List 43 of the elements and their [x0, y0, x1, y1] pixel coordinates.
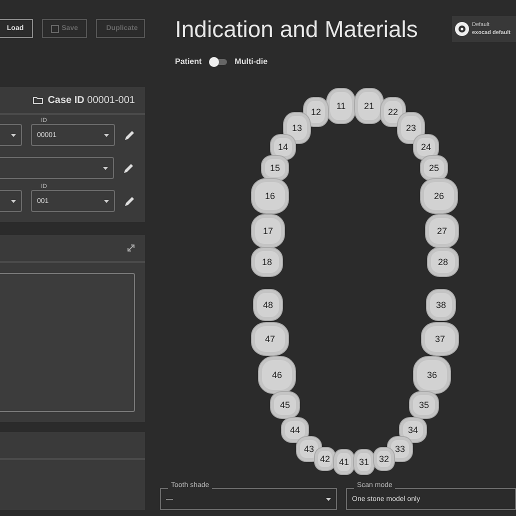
case-id-label: Case ID 00001-001: [48, 94, 135, 106]
switch-label: Multi-die: [234, 57, 268, 66]
tooth[interactable]: 47: [251, 322, 289, 356]
tooth[interactable]: 44: [281, 417, 309, 443]
tooth[interactable]: 31: [353, 449, 375, 475]
notes-field[interactable]: [0, 273, 135, 412]
tooth[interactable]: 25: [420, 155, 448, 181]
tooth[interactable]: 27: [425, 214, 459, 248]
caret-icon: [326, 498, 331, 500]
tooth[interactable]: 46: [258, 356, 296, 394]
switch-label: Patient: [175, 57, 202, 66]
caret-icon: [104, 134, 109, 136]
page-title: Indication and Materials: [175, 16, 418, 43]
tooth[interactable]: 32: [373, 447, 395, 471]
tooth[interactable]: 15: [261, 155, 289, 181]
tooth[interactable]: 11: [326, 88, 356, 124]
tooth[interactable]: 45: [270, 391, 300, 419]
caret-icon: [104, 200, 109, 202]
pencil-icon[interactable]: [123, 162, 135, 174]
tooth[interactable]: 42: [314, 447, 336, 471]
tooth[interactable]: 37: [421, 322, 459, 356]
caret-icon: [103, 166, 108, 170]
folder-icon: [32, 96, 43, 104]
tooth[interactable]: 18: [251, 247, 283, 277]
tooth[interactable]: 16: [251, 178, 289, 214]
save-icon: [50, 24, 59, 32]
tooth[interactable]: 17: [251, 214, 285, 248]
tooth[interactable]: 28: [427, 247, 459, 277]
tooth[interactable]: 36: [413, 356, 451, 394]
tooth[interactable]: 26: [420, 178, 458, 214]
tooth[interactable]: 21: [354, 88, 384, 124]
tooth[interactable]: 38: [426, 289, 456, 321]
gear-icon: [455, 22, 469, 36]
expand-icon[interactable]: [127, 244, 135, 252]
caret-icon: [11, 134, 16, 136]
mode-toggle[interactable]: [210, 58, 227, 64]
caret-icon: [11, 200, 16, 202]
tooth[interactable]: 41: [333, 449, 355, 475]
tooth[interactable]: 48: [253, 289, 283, 321]
pencil-icon[interactable]: [124, 195, 136, 207]
tooth[interactable]: 34: [399, 417, 427, 443]
tooth[interactable]: 35: [409, 391, 439, 419]
pencil-icon[interactable]: [124, 129, 136, 141]
